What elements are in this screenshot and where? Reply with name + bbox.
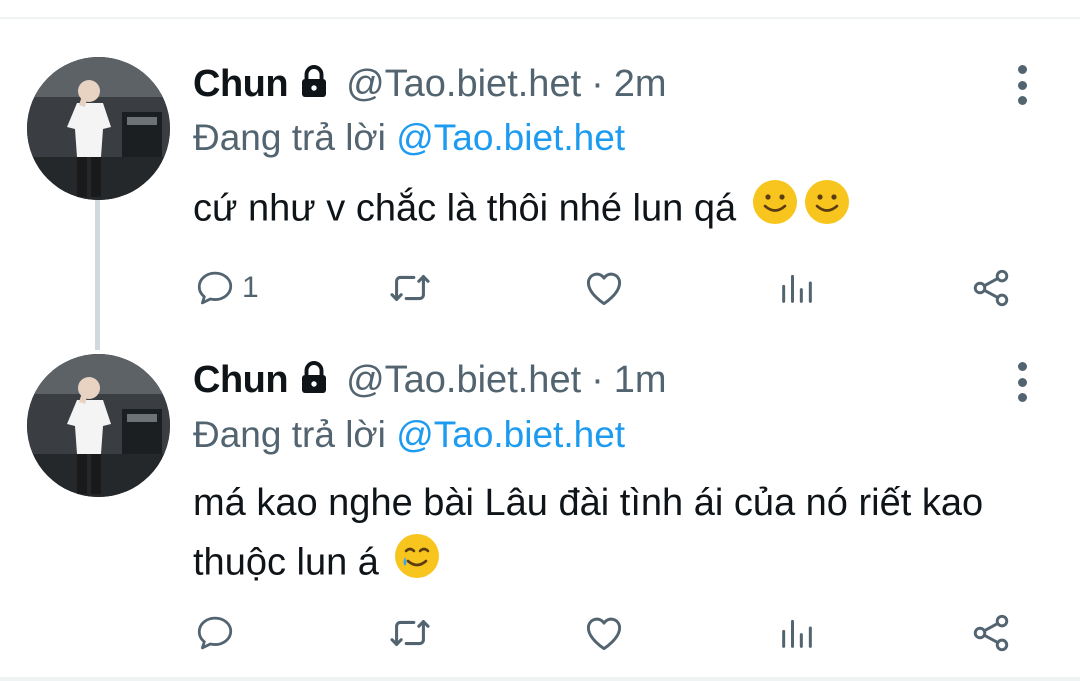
separator-dot: · — [591, 358, 604, 401]
analytics-icon — [777, 268, 817, 308]
tweet-text: má kao nghe bài Lâu đài tình ái của nó r… — [193, 474, 1053, 597]
like-icon — [582, 266, 626, 310]
display-name[interactable]: Chun — [193, 63, 289, 106]
reply-button[interactable] — [194, 608, 242, 658]
separator-dot: · — [591, 62, 604, 105]
tweet-text-content: cứ như v chắc là thôi nhé lun qá — [193, 187, 737, 230]
like-button[interactable] — [582, 608, 626, 658]
like-button[interactable] — [582, 263, 626, 313]
reply-icon — [194, 267, 236, 309]
analytics-icon — [777, 613, 817, 653]
lock-icon — [296, 360, 332, 401]
timestamp[interactable]: 2m — [614, 63, 667, 106]
replying-to: Đang trả lời @Tao.biet.het — [193, 414, 625, 456]
tweet-header: Chun @Tao.biet.het · 2m — [193, 58, 667, 110]
tweet-actions: 1 — [0, 263, 1080, 313]
like-icon — [582, 611, 626, 655]
more-options-icon[interactable] — [1006, 65, 1038, 105]
smiling-face-with-tear-icon — [393, 532, 441, 597]
retweet-icon — [387, 610, 433, 656]
avatar[interactable] — [27, 57, 170, 200]
reply-mention-link[interactable]: @Tao.biet.het — [396, 414, 625, 455]
reply-count: 1 — [242, 271, 259, 304]
display-name[interactable]: Chun — [193, 359, 289, 402]
avatar[interactable] — [27, 354, 170, 497]
tweet-actions — [0, 608, 1080, 658]
share-icon — [969, 611, 1013, 655]
top-divider — [0, 17, 1080, 19]
lock-icon — [296, 64, 332, 105]
replying-to: Đang trả lời @Tao.biet.het — [193, 117, 625, 159]
tweet-text-content: má kao nghe bài Lâu đài tình ái của nó r… — [193, 482, 984, 584]
replying-to-label: Đang trả lời — [193, 117, 386, 158]
retweet-icon — [387, 265, 433, 311]
analytics-button[interactable] — [777, 263, 817, 313]
analytics-button[interactable] — [777, 608, 817, 658]
reply-mention-link[interactable]: @Tao.biet.het — [396, 117, 625, 158]
tweet-text: cứ như v chắc là thôi nhé lun qá — [193, 178, 1053, 243]
slightly-smiling-face-icon — [751, 178, 799, 243]
reply-button[interactable]: 1 — [194, 263, 259, 313]
tweet-header: Chun @Tao.biet.het · 1m — [193, 354, 667, 406]
bottom-divider — [0, 677, 1080, 681]
more-options-icon[interactable] — [1006, 362, 1038, 402]
reply-icon — [194, 612, 236, 654]
user-handle[interactable]: @Tao.biet.het — [346, 359, 581, 402]
share-button[interactable] — [969, 608, 1013, 658]
retweet-button[interactable] — [387, 608, 433, 658]
slightly-smiling-face-icon — [803, 178, 851, 243]
replying-to-label: Đang trả lời — [193, 414, 386, 455]
share-button[interactable] — [969, 263, 1013, 313]
timestamp[interactable]: 1m — [614, 359, 667, 402]
user-handle[interactable]: @Tao.biet.het — [346, 63, 581, 106]
retweet-button[interactable] — [387, 263, 433, 313]
share-icon — [969, 266, 1013, 310]
